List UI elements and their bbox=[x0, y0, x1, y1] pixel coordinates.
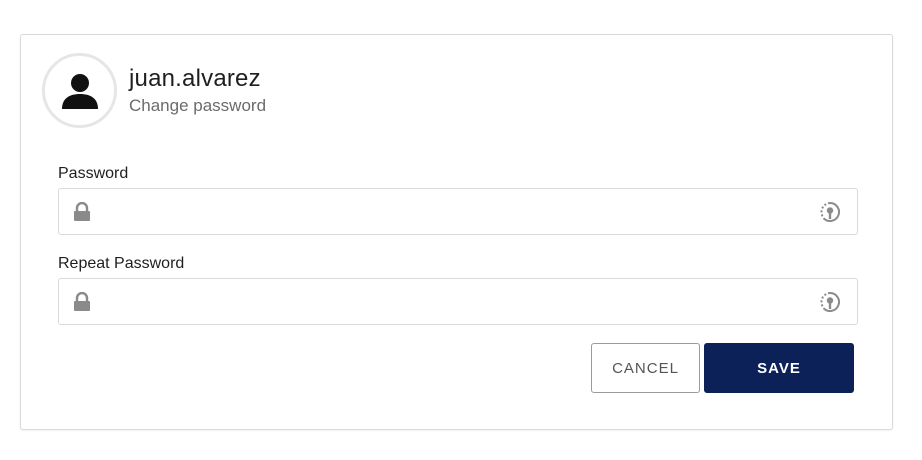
show-password-icon[interactable] bbox=[818, 200, 842, 224]
password-input[interactable] bbox=[103, 189, 803, 234]
page-subtitle: Change password bbox=[129, 96, 267, 115]
password-label: Password bbox=[58, 165, 129, 182]
repeat-password-label: Repeat Password bbox=[58, 255, 185, 272]
user-icon bbox=[61, 73, 98, 109]
cancel-button[interactable]: CANCEL bbox=[591, 343, 700, 393]
save-button[interactable]: SAVE bbox=[704, 343, 854, 393]
repeat-password-input[interactable] bbox=[103, 279, 803, 324]
avatar bbox=[42, 53, 117, 128]
password-field[interactable] bbox=[58, 188, 858, 235]
lock-icon bbox=[74, 202, 90, 221]
username: juan.alvarez bbox=[129, 65, 261, 92]
lock-icon bbox=[74, 292, 90, 311]
show-password-icon[interactable] bbox=[818, 290, 842, 314]
repeat-password-field[interactable] bbox=[58, 278, 858, 325]
change-password-card: juan.alvarez Change password Password Re… bbox=[20, 34, 893, 430]
